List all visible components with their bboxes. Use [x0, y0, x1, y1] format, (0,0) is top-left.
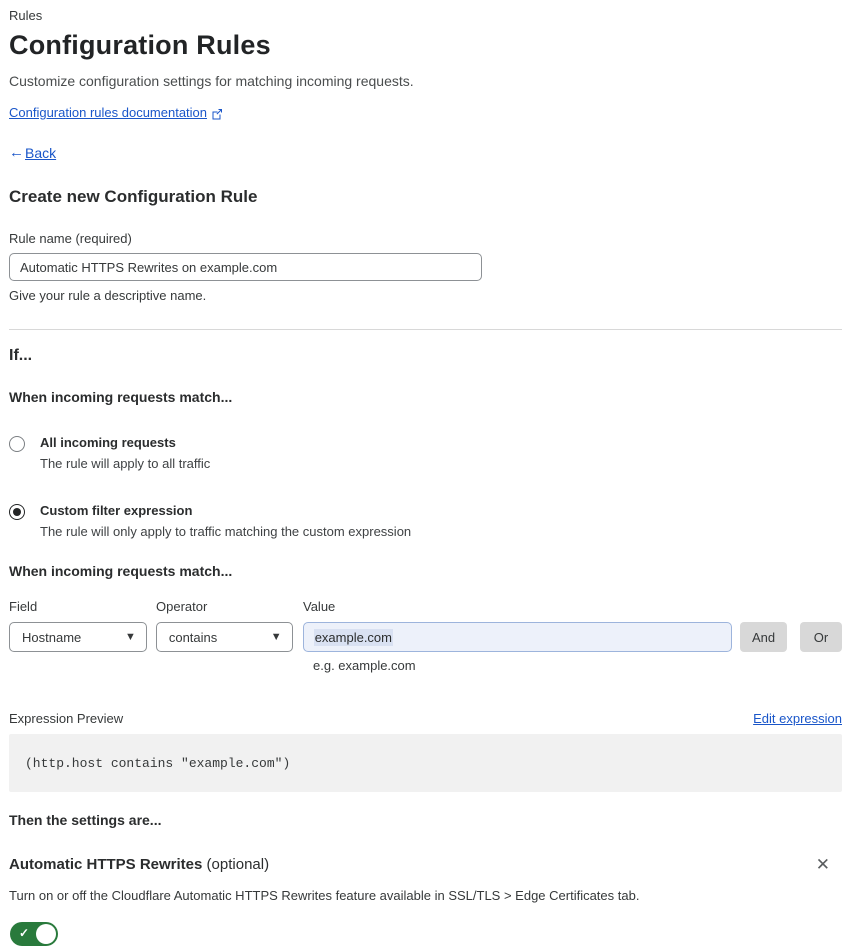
field-select[interactable]: Hostname ▼: [9, 622, 147, 652]
radio-description: The rule will apply to all traffic: [40, 456, 211, 471]
expression-builder-row: Hostname ▼ contains ▼ example.com And Or: [9, 622, 842, 652]
when-match-heading: When incoming requests match...: [9, 389, 233, 405]
documentation-link[interactable]: Configuration rules documentation: [9, 105, 207, 120]
radio-unselected-icon[interactable]: [9, 436, 25, 452]
then-settings-heading: Then the settings are...: [9, 812, 162, 828]
setting-description: Turn on or off the Cloudflare Automatic …: [9, 888, 640, 903]
toggle-check-icon: ✓: [19, 926, 30, 940]
expression-preview-row: Expression Preview Edit expression: [9, 711, 842, 726]
radio-label: All incoming requests: [40, 435, 176, 450]
configuration-rules-page: Rules Configuration Rules Customize conf…: [0, 0, 852, 946]
chevron-down-icon: ▼: [124, 631, 136, 643]
expression-preview-box: (http.host contains "example.com"): [9, 734, 842, 792]
setting-header-row: Automatic HTTPS Rewrites (optional) ✕: [9, 854, 842, 875]
section-divider: [9, 329, 842, 330]
edit-expression-link[interactable]: Edit expression: [753, 711, 842, 726]
rule-name-helper: Give your rule a descriptive name.: [9, 288, 207, 303]
external-link-icon: [211, 108, 223, 120]
and-button[interactable]: And: [740, 622, 788, 652]
radio-label: Custom filter expression: [40, 503, 193, 518]
back-link[interactable]: Back: [25, 145, 56, 161]
rule-name-input[interactable]: [9, 253, 482, 281]
builder-heading: When incoming requests match...: [9, 563, 233, 579]
toggle-knob: [36, 924, 56, 944]
operator-select[interactable]: contains ▼: [155, 622, 293, 652]
builder-column-labels: Field Operator Value: [9, 599, 842, 614]
back-row: ← Back: [9, 144, 842, 161]
operator-select-value: contains: [168, 629, 218, 645]
expression-preview-label: Expression Preview: [9, 711, 124, 726]
documentation-link-row: Configuration rules documentation: [9, 105, 842, 120]
value-input-text: example.com: [313, 628, 393, 646]
back-arrow-icon: ←: [9, 144, 24, 161]
or-button[interactable]: Or: [800, 622, 842, 652]
breadcrumb: Rules: [9, 8, 43, 23]
value-hint: e.g. example.com: [313, 658, 416, 673]
radio-option-all-incoming-requests[interactable]: All incoming requests The rule will appl…: [9, 435, 842, 471]
if-heading: If...: [9, 347, 33, 364]
create-rule-heading: Create new Configuration Rule: [9, 187, 258, 206]
setting-optional-tag: (optional): [206, 856, 270, 873]
radio-option-custom-filter-expression[interactable]: Custom filter expression The rule will o…: [9, 503, 842, 539]
operator-column-label: Operator: [156, 599, 208, 614]
page-subtitle: Customize configuration settings for mat…: [9, 73, 414, 89]
field-column-label: Field: [9, 599, 38, 614]
value-column-label: Value: [303, 599, 336, 614]
setting-title: Automatic HTTPS Rewrites (optional): [9, 856, 269, 873]
close-icon[interactable]: ✕: [812, 854, 834, 875]
radio-description: The rule will only apply to traffic matc…: [40, 524, 412, 539]
value-input[interactable]: example.com: [302, 622, 733, 652]
rule-name-label: Rule name (required): [9, 231, 132, 246]
expression-code: (http.host contains "example.com"): [25, 755, 291, 771]
field-select-value: Hostname: [22, 629, 82, 645]
setting-name: Automatic HTTPS Rewrites: [9, 856, 203, 873]
page-title: Configuration Rules: [9, 30, 271, 60]
automatic-https-rewrites-toggle[interactable]: ✓: [10, 922, 58, 946]
radio-selected-icon[interactable]: [9, 504, 25, 520]
chevron-down-icon: ▼: [270, 631, 282, 643]
